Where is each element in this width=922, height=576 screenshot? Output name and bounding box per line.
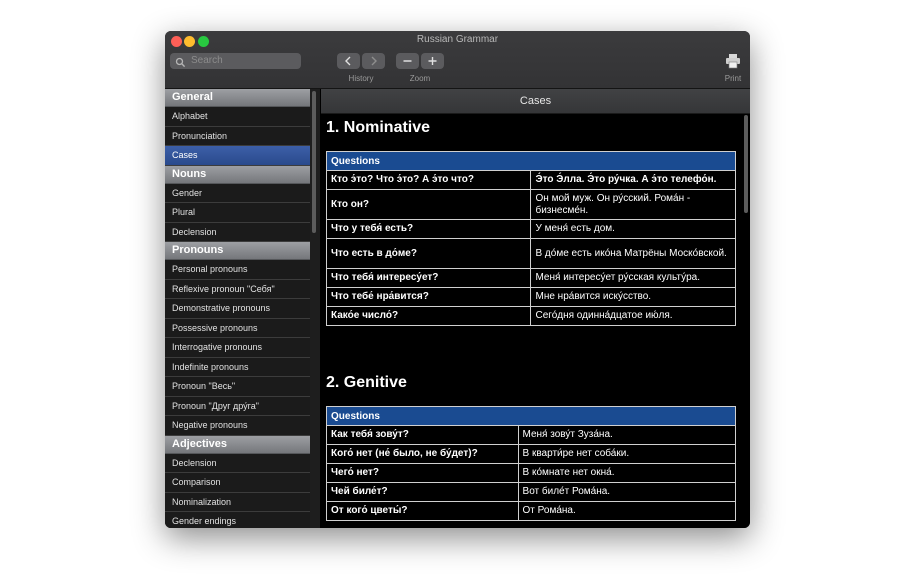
- zoom-out-button[interactable]: [396, 53, 419, 69]
- answer-cell: В ко́мнате нет окна́.: [517, 463, 737, 483]
- sidebar-item-possessive-pronouns[interactable]: Possessive pronouns: [165, 318, 310, 338]
- question-cell: Како́е число́?: [325, 306, 532, 326]
- content-pane: Cases 1. Nominative Questions Кто э́то? …: [321, 89, 750, 528]
- sidebar-section-nouns: Nouns: [165, 165, 310, 184]
- history-label: History: [348, 74, 374, 83]
- zoom-label: Zoom: [409, 74, 431, 83]
- question-cell: Что есть в до́ме?: [325, 238, 532, 269]
- history-forward-button[interactable]: [362, 53, 385, 69]
- search-input[interactable]: Search: [170, 53, 301, 69]
- answer-cell: Меня́ интересу́ет ру́сская культу́ра.: [530, 268, 736, 288]
- answer-cell: Мне нра́вится иску́сство.: [530, 287, 736, 307]
- nominative-table: Questions Кто э́то? Что э́то? А э́то что…: [325, 151, 736, 326]
- question-cell: От кого́ цветы́?: [326, 501, 519, 521]
- table-header: Questions: [326, 151, 736, 171]
- print-button[interactable]: [725, 53, 741, 74]
- search-icon: [175, 55, 186, 73]
- question-cell: Кто он?: [325, 189, 532, 220]
- sidebar-item-gender-endings[interactable]: Gender endings: [165, 512, 310, 528]
- printer-icon: [725, 54, 741, 73]
- sidebar-section-pronouns: Pronouns: [165, 242, 310, 260]
- title-bar: Russian Grammar Search History Zoom Prin…: [165, 31, 750, 89]
- genitive-table: Questions Как тебя́ зову́т? Меня́ зову́т …: [326, 406, 737, 521]
- table-row: Кто э́то? Что э́то? А э́то что? Э́то Э́лл…: [325, 170, 736, 190]
- question-cell: Кто э́то? Что э́то? А э́то что?: [325, 170, 532, 190]
- answer-cell: От Рома́на.: [517, 501, 737, 521]
- answer-cell: У меня́ есть дом.: [530, 219, 736, 239]
- sidebar-item-cases[interactable]: Cases: [165, 146, 310, 166]
- sidebar-item-pronoun-ves[interactable]: Pronoun "Весь": [165, 377, 310, 397]
- sidebar-item-interrogative-pronouns[interactable]: Interrogative pronouns: [165, 338, 310, 358]
- table-row: Кого́ нет (не́ было, не бу́дет)? В кварти…: [326, 444, 737, 464]
- sidebar-scrollbar[interactable]: [312, 91, 316, 233]
- sidebar-item-comparison[interactable]: Comparison: [165, 473, 310, 493]
- table-row: Что у тебя́ есть? У меня́ есть дом.: [325, 219, 736, 239]
- print-label: Print: [724, 74, 742, 83]
- zoom-in-button[interactable]: [421, 53, 444, 69]
- sidebar-item-reflexive-pronoun[interactable]: Reflexive pronoun "Себя": [165, 279, 310, 299]
- sidebar-item-plural[interactable]: Plural: [165, 203, 310, 223]
- table-row: Како́е число́? Сего́дня одинна́дцатое ию́…: [325, 306, 736, 326]
- table-row: Как тебя́ зову́т? Меня́ зову́т Зуза́на.: [326, 425, 737, 445]
- sidebar-item-alphabet[interactable]: Alphabet: [165, 107, 310, 127]
- section-heading-genitive: 2. Genitive: [326, 374, 407, 391]
- search-placeholder: Search: [191, 55, 223, 66]
- sidebar-item-pronoun-drug-druga[interactable]: Pronoun "Друг дру́га": [165, 396, 310, 416]
- answer-cell: Он мой муж. Он ру́сский. Рома́н - бизнес…: [530, 189, 736, 220]
- answer-cell: Вот биле́т Рома́на.: [517, 482, 737, 502]
- sidebar-item-negative-pronouns[interactable]: Negative pronouns: [165, 416, 310, 436]
- table-row: От кого́ цветы́? От Рома́на.: [326, 501, 737, 521]
- sidebar-section-general: General: [165, 89, 310, 107]
- sidebar-item-gender[interactable]: Gender: [165, 183, 310, 203]
- answer-cell: В кварти́ре нет соба́ки.: [517, 444, 737, 464]
- table-row: Чего́ нет? В ко́мнате нет окна́.: [326, 463, 737, 483]
- sidebar-item-nominalization[interactable]: Nominalization: [165, 492, 310, 512]
- content-header: Cases: [321, 89, 750, 114]
- table-row: Что есть в до́ме? В до́ме есть ико́на Мат…: [325, 238, 736, 269]
- app-window: Russian Grammar Search History Zoom Prin…: [165, 31, 750, 528]
- question-cell: Кого́ нет (не́ было, не бу́дет)?: [326, 444, 519, 464]
- sidebar-item-demonstrative-pronouns[interactable]: Demonstrative pronouns: [165, 299, 310, 319]
- sidebar-item-adjective-declension[interactable]: Declension: [165, 453, 310, 473]
- question-cell: Чего́ нет?: [326, 463, 519, 483]
- table-row: Что тебя́ интересу́ет? Меня́ интересу́ет …: [325, 268, 736, 288]
- window-title: Russian Grammar: [416, 34, 499, 45]
- sidebar: General Alphabet Pronunciation Cases Nou…: [165, 89, 310, 528]
- table-header: Questions: [326, 406, 736, 426]
- sidebar-section-adjectives: Adjectives: [165, 435, 310, 454]
- question-cell: Что у тебя́ есть?: [325, 219, 532, 239]
- table-row: Чей биле́т? Вот биле́т Рома́на.: [326, 482, 737, 502]
- question-cell: Что тебе́ нра́вится?: [325, 287, 532, 307]
- answer-cell: Э́то Э́лла. Э́то ру́чка. А э́то телефо́н…: [530, 170, 736, 190]
- table-row: Что тебе́ нра́вится? Мне нра́вится иску́с…: [325, 287, 736, 307]
- content-scrollbar[interactable]: [744, 115, 748, 213]
- question-cell: Как тебя́ зову́т?: [326, 425, 519, 445]
- answer-cell: В до́ме есть ико́на Матрёны Моско́вской.: [530, 238, 736, 269]
- section-heading-nominative: 1. Nominative: [326, 119, 431, 136]
- sidebar-item-personal-pronouns[interactable]: Personal pronouns: [165, 260, 310, 280]
- answer-cell: Меня́ зову́т Зуза́на.: [517, 425, 737, 445]
- question-cell: Чей биле́т?: [326, 482, 519, 502]
- sidebar-item-pronunciation[interactable]: Pronunciation: [165, 126, 310, 146]
- question-cell: Что тебя́ интересу́ет?: [325, 268, 532, 288]
- history-back-button[interactable]: [337, 53, 360, 69]
- table-row: Кто он? Он мой муж. Он ру́сский. Рома́н -…: [325, 189, 736, 220]
- answer-cell: Сего́дня одинна́дцатое ию́ля.: [530, 306, 736, 326]
- sidebar-item-indefinite-pronouns[interactable]: Indefinite pronouns: [165, 357, 310, 377]
- sidebar-item-noun-declension[interactable]: Declension: [165, 222, 310, 242]
